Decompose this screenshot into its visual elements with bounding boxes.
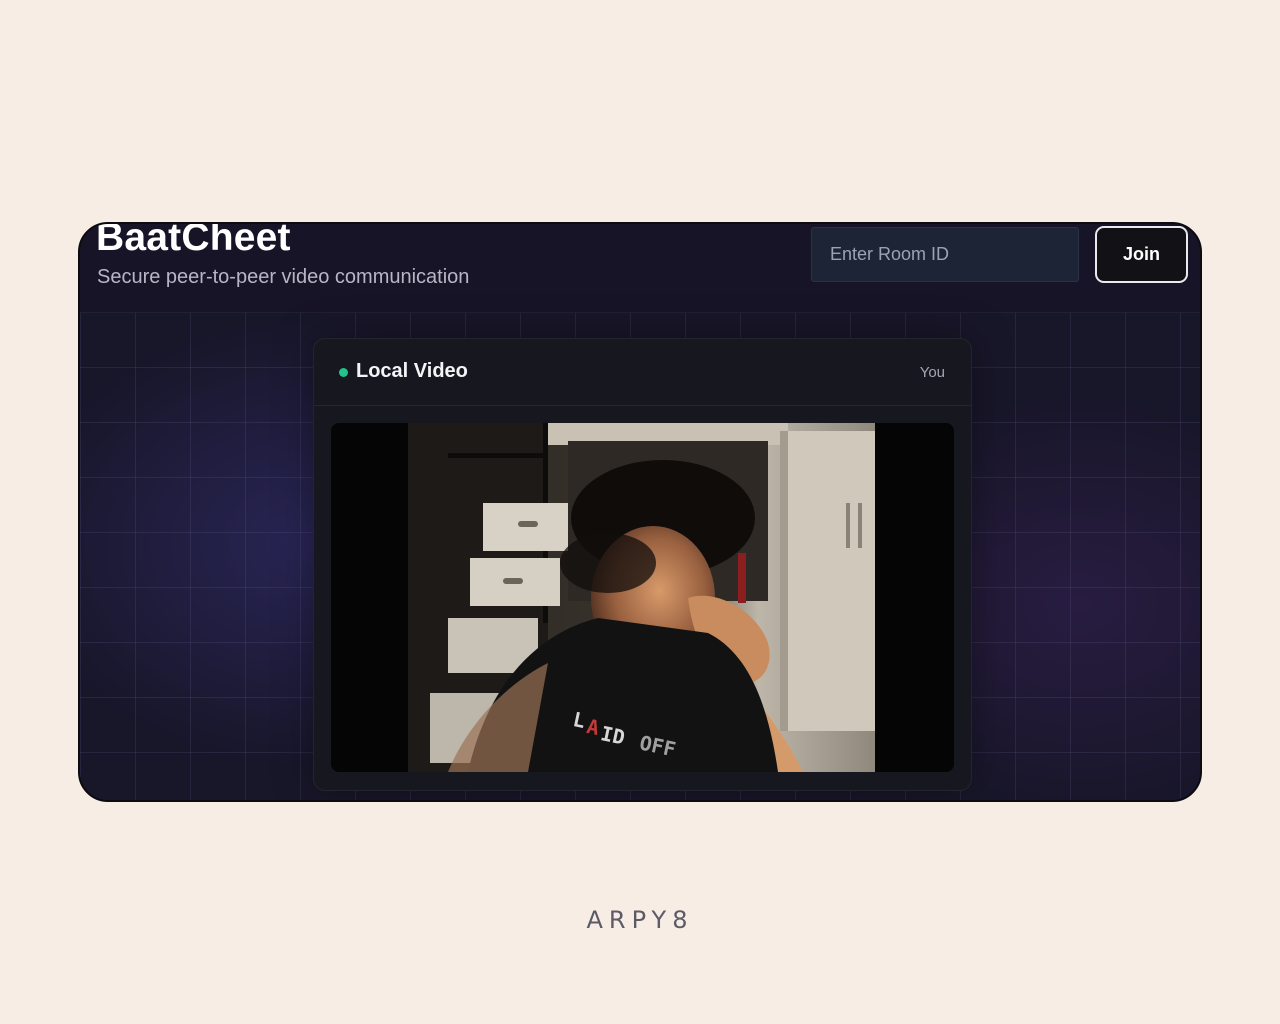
app-subtitle: Secure peer-to-peer video communication [97, 266, 470, 288]
local-video-card: Local Video You L A ID OFF [313, 338, 972, 791]
video-player[interactable]: L A ID OFF [331, 423, 954, 772]
card-header: Local Video You [314, 339, 971, 406]
join-button[interactable]: Join [1095, 226, 1188, 283]
app-header: BaatCheet Secure peer-to-peer video comm… [80, 224, 1200, 313]
svg-text:ID: ID [599, 721, 628, 749]
room-id-input[interactable] [811, 227, 1079, 282]
app-title: BaatCheet [96, 222, 291, 259]
webcam-frame-illustration: L A ID OFF [408, 423, 875, 772]
live-status-dot [339, 368, 348, 377]
brand-watermark: ARPY8 [586, 906, 694, 934]
card-title: Local Video [356, 360, 468, 382]
you-badge: You [919, 364, 945, 381]
app-window: BaatCheet Secure peer-to-peer video comm… [78, 222, 1202, 802]
webcam-feed: L A ID OFF [408, 423, 875, 772]
